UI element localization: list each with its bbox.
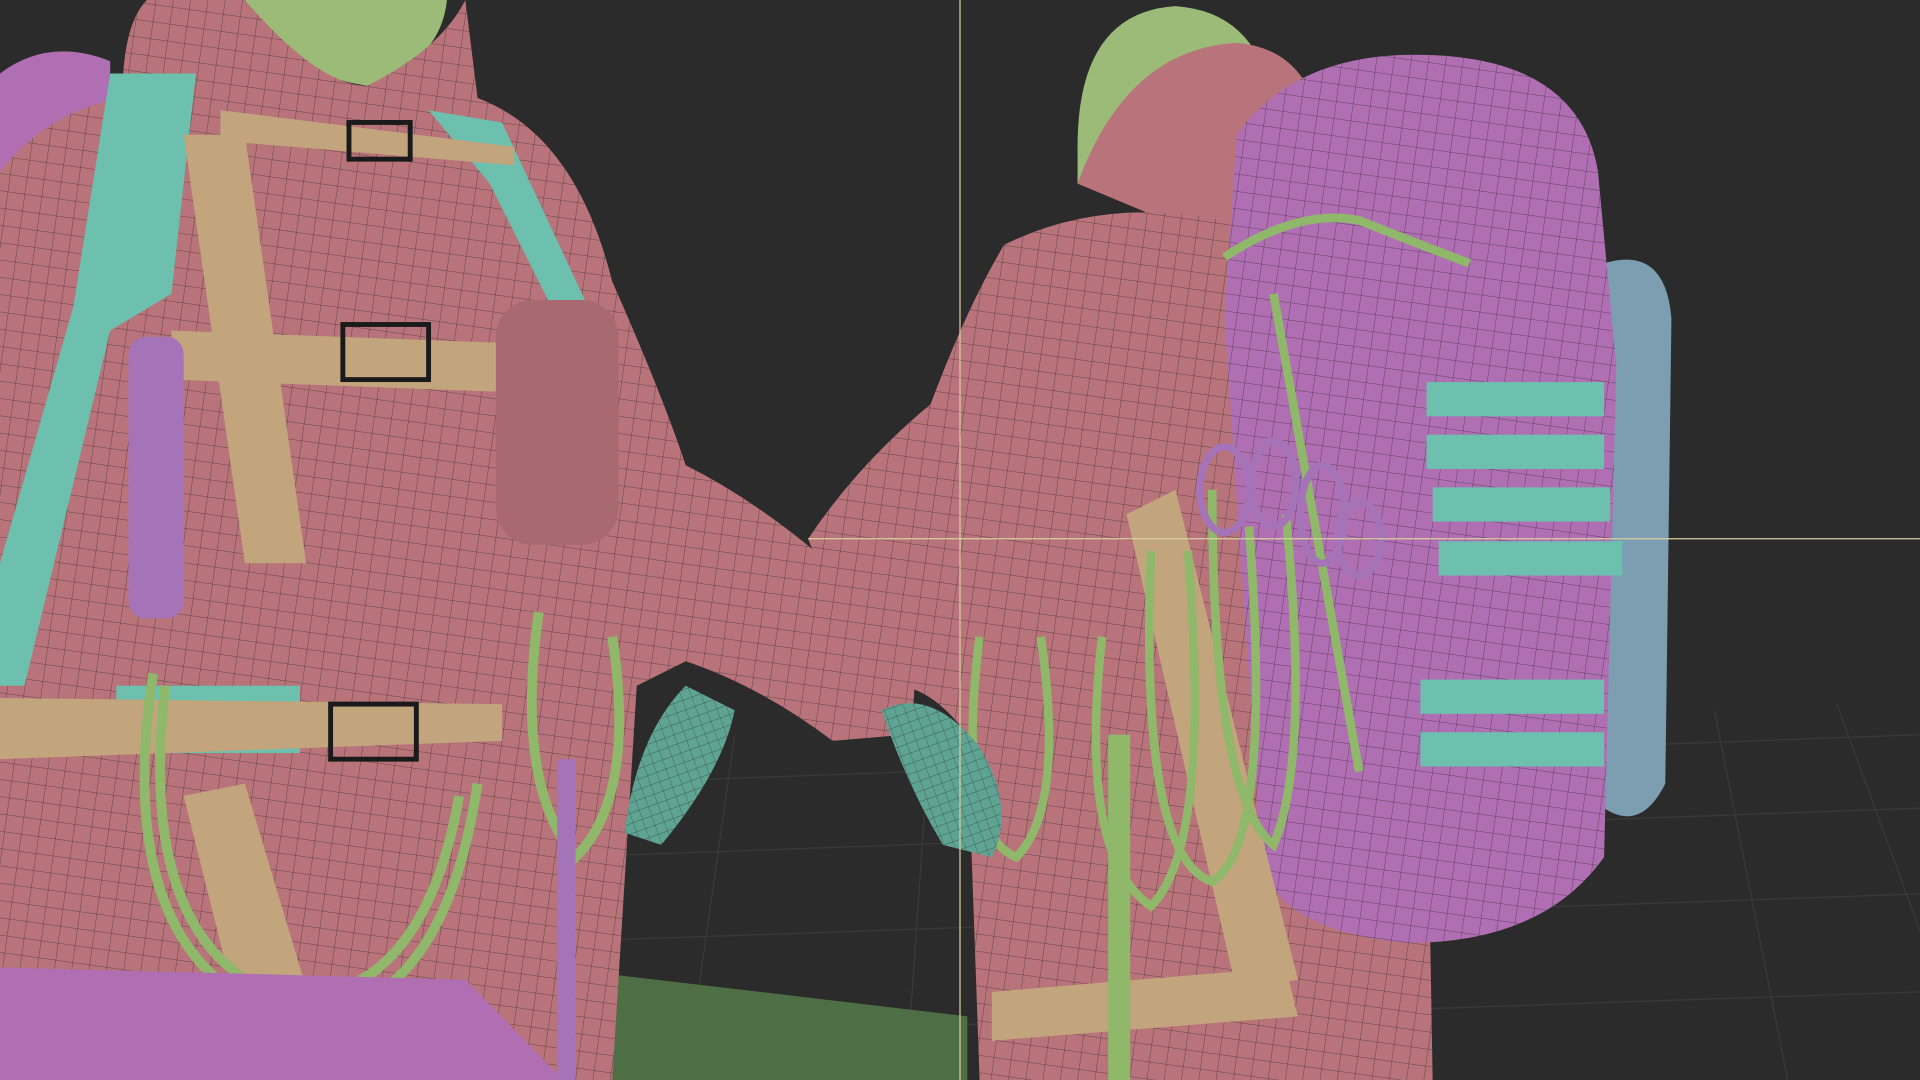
viewport-scene	[0, 0, 1920, 1080]
3d-viewport[interactable]	[0, 0, 1920, 1080]
left-pouch	[495, 300, 619, 545]
left-character	[0, 0, 915, 1080]
right-character	[808, 6, 1672, 1080]
backpack-molle-stripes	[1420, 382, 1623, 767]
right-side-pocket	[1604, 259, 1672, 817]
